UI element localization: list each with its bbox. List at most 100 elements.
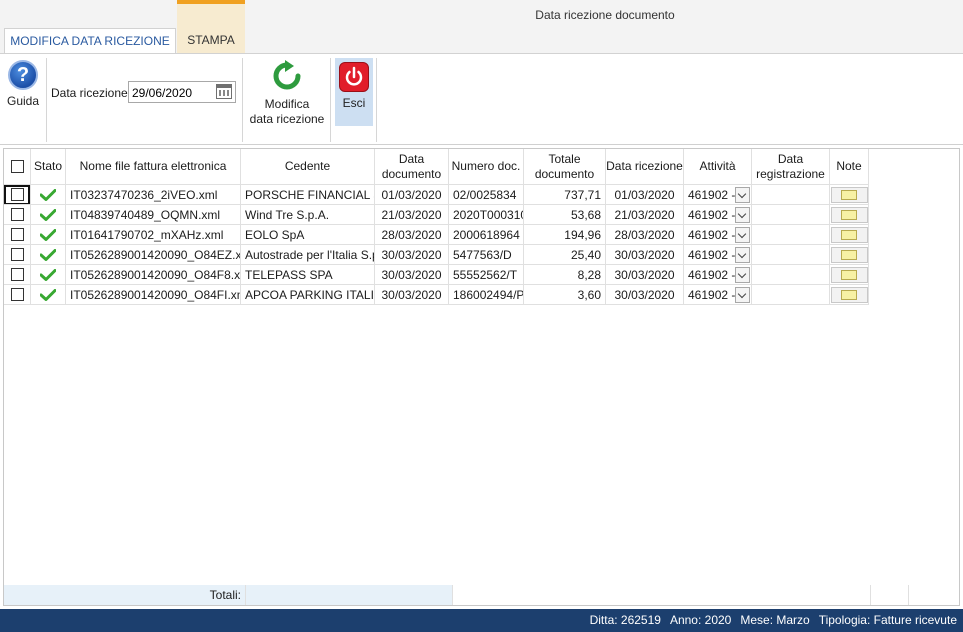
check-icon (40, 208, 56, 221)
data-registrazione-cell (752, 185, 830, 205)
note-button[interactable] (830, 226, 868, 243)
note-cell (830, 185, 869, 205)
data-ricezione-cell[interactable]: 30/03/2020 (606, 285, 684, 305)
header-stato[interactable]: Stato (31, 149, 66, 185)
row-focus-box (4, 185, 30, 204)
data-documento-cell: 28/03/2020 (375, 225, 449, 245)
ribbon-separator (242, 58, 243, 142)
modifica-data-ricezione-button[interactable]: Modifica data ricezione (248, 60, 326, 126)
guida-label: Guida (6, 94, 40, 108)
ribbon-separator (376, 58, 377, 142)
tab-stampa[interactable]: STAMPA (177, 28, 245, 53)
data-documento-cell: 01/03/2020 (375, 185, 449, 205)
status-tipologia: Tipologia: Fatture ricevute (818, 613, 957, 627)
help-icon: ? (8, 60, 38, 90)
chevron-down-icon[interactable] (735, 187, 750, 203)
table-row[interactable]: IT0526289001420090_O84EZ.xml Autostrade p… (4, 245, 869, 265)
data-registrazione-cell (752, 285, 830, 305)
data-ricezione-cell[interactable]: 28/03/2020 (606, 225, 684, 245)
totale-documento-cell: 25,40 (524, 245, 606, 265)
note-cell (830, 245, 869, 265)
calendar-icon[interactable] (216, 84, 232, 99)
row-checkbox[interactable] (10, 248, 24, 261)
header-numero-doc[interactable]: Numero doc. (449, 149, 524, 185)
totale-documento-cell: 737,71 (524, 185, 606, 205)
row-checkbox[interactable] (10, 268, 24, 281)
chevron-down-icon[interactable] (735, 267, 750, 283)
row-select-cell[interactable] (4, 185, 31, 205)
chevron-down-icon[interactable] (735, 207, 750, 223)
row-select-cell[interactable] (4, 285, 31, 305)
ribbon-separator (46, 58, 47, 142)
header-data-documento[interactable]: Data documento (375, 149, 449, 185)
attivita-dropdown[interactable]: 461902 - (684, 185, 752, 205)
check-icon (40, 268, 56, 281)
note-cell (830, 265, 869, 285)
row-checkbox[interactable] (10, 288, 24, 301)
note-button[interactable] (830, 206, 868, 223)
note-icon (841, 209, 857, 220)
tab-modifica-data-ricezione[interactable]: MODIFICA DATA RICEZIONE (4, 28, 176, 54)
documents-grid: Stato Nome file fattura elettronica Cede… (3, 148, 960, 606)
row-select-cell[interactable] (4, 265, 31, 285)
attivita-dropdown[interactable]: 461902 - (684, 205, 752, 225)
data-documento-cell: 30/03/2020 (375, 245, 449, 265)
nome-file-cell: IT0526289001420090_O84F8.xml (66, 265, 241, 285)
header-nome-file[interactable]: Nome file fattura elettronica (66, 149, 241, 185)
data-ricezione-cell[interactable]: 21/03/2020 (606, 205, 684, 225)
row-select-cell[interactable] (4, 205, 31, 225)
row-checkbox[interactable] (10, 208, 24, 221)
note-button[interactable] (830, 286, 868, 303)
header-attivita[interactable]: Attività (684, 149, 752, 185)
numero-doc-cell: 02/0025834 (449, 185, 524, 205)
esci-button[interactable]: Esci (335, 58, 373, 126)
totale-documento-cell: 8,28 (524, 265, 606, 285)
attivita-value: 461902 - (688, 187, 736, 202)
attivita-value: 461902 - (688, 207, 736, 222)
data-ricezione-cell[interactable]: 30/03/2020 (606, 265, 684, 285)
table-row[interactable]: IT04839740489_OQMN.xml Wind Tre S.p.A. 21/… (4, 205, 869, 225)
cedente-cell: APCOA PARKING ITALIA (241, 285, 375, 305)
nome-file-cell: IT0526289001420090_O84EZ.xml (66, 245, 241, 265)
chevron-down-icon[interactable] (735, 227, 750, 243)
attivita-dropdown[interactable]: 461902 - (684, 225, 752, 245)
numero-doc-cell: 2020T0003101 (449, 205, 524, 225)
header-data-ricezione[interactable]: Data ricezione (606, 149, 684, 185)
header-totale-documento[interactable]: Totale documento (524, 149, 606, 185)
data-ricezione-cell[interactable]: 30/03/2020 (606, 245, 684, 265)
table-row[interactable]: IT03237470236_2iVEO.xml PORSCHE FINANCIAL… (4, 185, 869, 205)
note-button[interactable] (830, 266, 868, 283)
row-select-cell[interactable] (4, 245, 31, 265)
note-cell (830, 225, 869, 245)
select-all-checkbox[interactable] (10, 160, 24, 173)
note-button[interactable] (830, 186, 868, 203)
status-ditta: Ditta: 262519 (589, 613, 661, 627)
attivita-value: 461902 - (688, 227, 736, 242)
attivita-dropdown[interactable]: 461902 - (684, 285, 752, 305)
table-row[interactable]: IT01641790702_mXAHz.xml EOLO SpA 28/03/202… (4, 225, 869, 245)
row-checkbox[interactable] (10, 228, 24, 241)
numero-doc-cell: 55552562/T (449, 265, 524, 285)
status-cell (31, 205, 66, 225)
table-row[interactable]: IT0526289001420090_O84F8.xml TELEPASS SPA… (4, 265, 869, 285)
attivita-value: 461902 - (688, 247, 736, 262)
attivita-dropdown[interactable]: 461902 - (684, 265, 752, 285)
totals-values (452, 585, 870, 605)
chevron-down-icon[interactable] (735, 287, 750, 303)
cedente-cell: PORSCHE FINANCIAL SE (241, 185, 375, 205)
chevron-down-icon[interactable] (735, 247, 750, 263)
nome-file-cell: IT04839740489_OQMN.xml (66, 205, 241, 225)
note-icon (841, 289, 857, 300)
row-select-cell[interactable] (4, 225, 31, 245)
ribbon-separator (330, 58, 331, 142)
guida-button[interactable]: ? Guida (4, 60, 42, 116)
data-ricezione-cell[interactable]: 01/03/2020 (606, 185, 684, 205)
table-row[interactable]: IT0526289001420090_O84FI.xml APCOA PARKIN… (4, 285, 869, 305)
header-data-registrazione[interactable]: Data registrazione (752, 149, 830, 185)
row-checkbox[interactable] (10, 188, 24, 201)
header-cedente[interactable]: Cedente (241, 149, 375, 185)
note-button[interactable] (830, 246, 868, 263)
note-cell (830, 285, 869, 305)
attivita-dropdown[interactable]: 461902 - (684, 245, 752, 265)
header-note[interactable]: Note (830, 149, 869, 185)
